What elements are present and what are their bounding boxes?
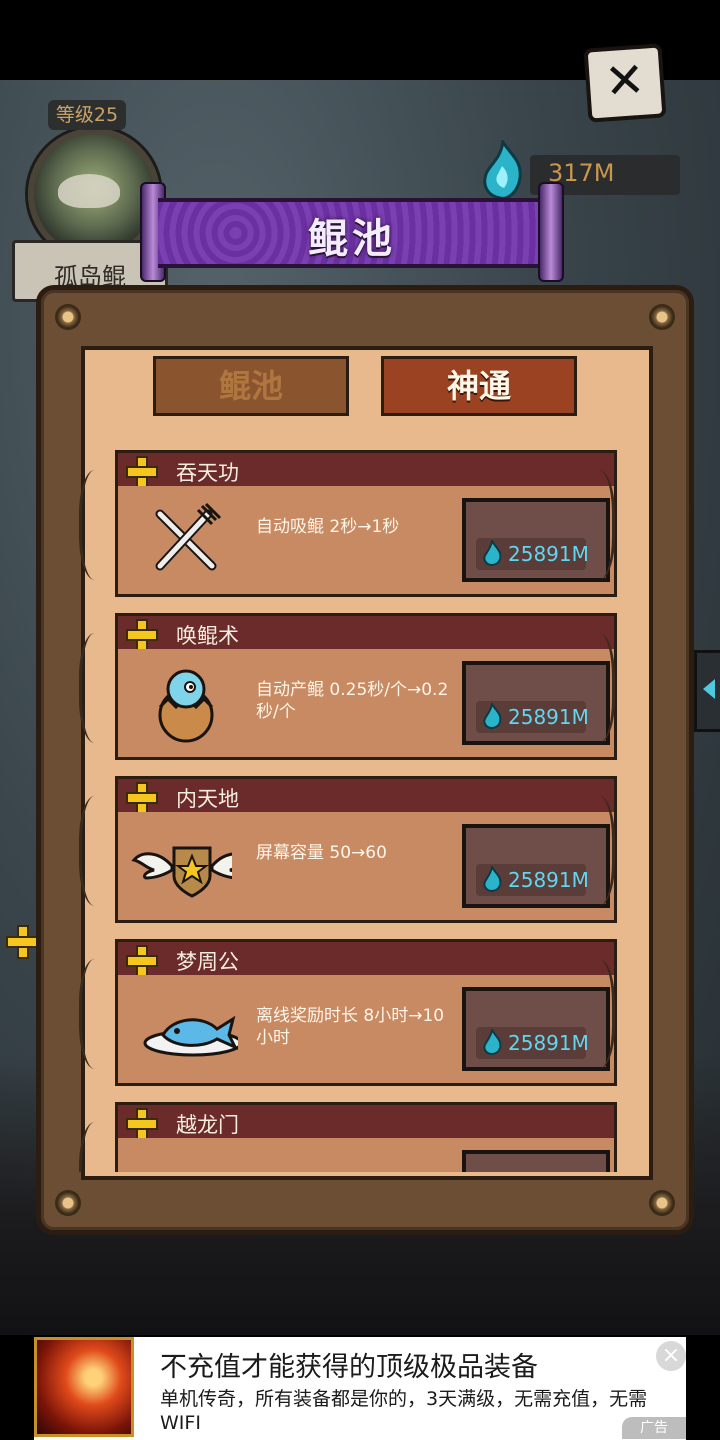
egg-icon (158, 669, 214, 743)
ad-title[interactable]: 不充值才能获得的顶级极品装备 (160, 1345, 538, 1384)
skill-name: 内天地 (176, 787, 239, 811)
soul-flame-icon (483, 1029, 502, 1055)
soul-flame-icon (483, 540, 502, 566)
skill-body: 屏幕容量 50→60 25891M (115, 812, 617, 923)
skill-name: 梦周公 (176, 950, 239, 974)
plus-icon[interactable] (126, 782, 158, 814)
banner-title: 鲲池 (308, 216, 396, 262)
skill-name: 吞天功 (176, 461, 239, 485)
soul-flame-icon (483, 703, 502, 729)
bolt-icon (55, 1190, 81, 1216)
close-button[interactable]: ✕ (583, 43, 667, 123)
plus-icon[interactable] (126, 945, 158, 977)
skill-item: 内天地 屏幕容量 50→60 25891M (77, 776, 643, 939)
scroll-ornament-left (79, 1122, 118, 1172)
fork-knife-icon (155, 502, 222, 571)
skill-name: 唤鲲术 (176, 624, 239, 648)
skill-item: 越龙门 (77, 1102, 643, 1172)
scroll-ornament-right (576, 959, 615, 1069)
skill-item: 梦周公 离线奖励时长 8小时→10小时 25891M (77, 939, 643, 1102)
scroll-ornament-left (79, 959, 118, 1069)
bolt-icon (55, 304, 81, 330)
level-badge: 等级25 (48, 100, 126, 130)
skill-description: 离线奖励时长 8小时→10小时 (256, 1006, 445, 1048)
soul-flame-icon (483, 866, 502, 892)
scroll-ornament-right (576, 470, 615, 580)
ad-close-button[interactable]: × (656, 1341, 686, 1371)
tab-kun-pool[interactable]: 鲲池 (153, 356, 349, 416)
scroll-ornament-left (79, 633, 118, 743)
plus-icon[interactable] (126, 619, 158, 651)
skill-panel: 鲲池 神通 吞天功 自动吸鲲 2秒→1秒 25891M 唤鲲术 自动产鲲 0.2… (36, 285, 694, 1235)
skill-item: 唤鲲术 自动产鲲 0.25秒/个→0.2秒/个 25891M (77, 613, 643, 776)
skill-item: 吞天功 自动吸鲲 2秒→1秒 25891M (77, 450, 643, 613)
left-plus-icon[interactable] (6, 925, 40, 959)
title-banner: 鲲池 (140, 182, 564, 282)
upgrade-button[interactable] (462, 1150, 610, 1172)
scroll-ornament-right (576, 796, 615, 906)
ad-banner[interactable]: 不充值才能获得的顶级极品装备 单机传奇，所有装备都是你的，3天满级，无需充值，无… (34, 1337, 686, 1440)
skill-description: 自动产鲲 0.25秒/个→0.2秒/个 (256, 680, 449, 722)
skill-description: 自动吸鲲 2秒→1秒 (256, 517, 400, 537)
ad-description[interactable]: 单机传奇，所有装备都是你的，3天满级，无需充值，无需WIFI (160, 1387, 660, 1435)
ad-tag: 广告 (622, 1417, 686, 1439)
scroll-ornament-left (79, 470, 118, 580)
skill-list[interactable]: 吞天功 自动吸鲲 2秒→1秒 25891M 唤鲲术 自动产鲲 0.25秒/个→0… (77, 450, 643, 1172)
price-tag: 25891M (476, 1027, 589, 1059)
bolt-icon (649, 1190, 675, 1216)
skill-description: 屏幕容量 50→60 (256, 843, 387, 863)
bolt-icon (649, 304, 675, 330)
fish-plate-icon (143, 1015, 238, 1057)
winged-shield-icon (131, 846, 232, 898)
price-tag: 25891M (476, 701, 589, 733)
scroll-ornament-right (576, 633, 615, 743)
skill-body: 自动产鲲 0.25秒/个→0.2秒/个 25891M (115, 649, 617, 760)
ad-game-icon[interactable] (34, 1337, 134, 1437)
skill-body: 离线奖励时长 8小时→10小时 25891M (115, 975, 617, 1086)
skill-body (115, 1138, 617, 1172)
skill-body: 自动吸鲲 2秒→1秒 25891M (115, 486, 617, 597)
tab-divine-power[interactable]: 神通 (381, 356, 577, 416)
plus-icon[interactable] (126, 1108, 158, 1140)
price-tag: 25891M (476, 864, 589, 896)
skill-name: 越龙门 (176, 1113, 239, 1137)
price-tag: 25891M (476, 538, 589, 570)
plus-icon[interactable] (126, 456, 158, 488)
side-expand-arrow[interactable] (694, 650, 720, 732)
